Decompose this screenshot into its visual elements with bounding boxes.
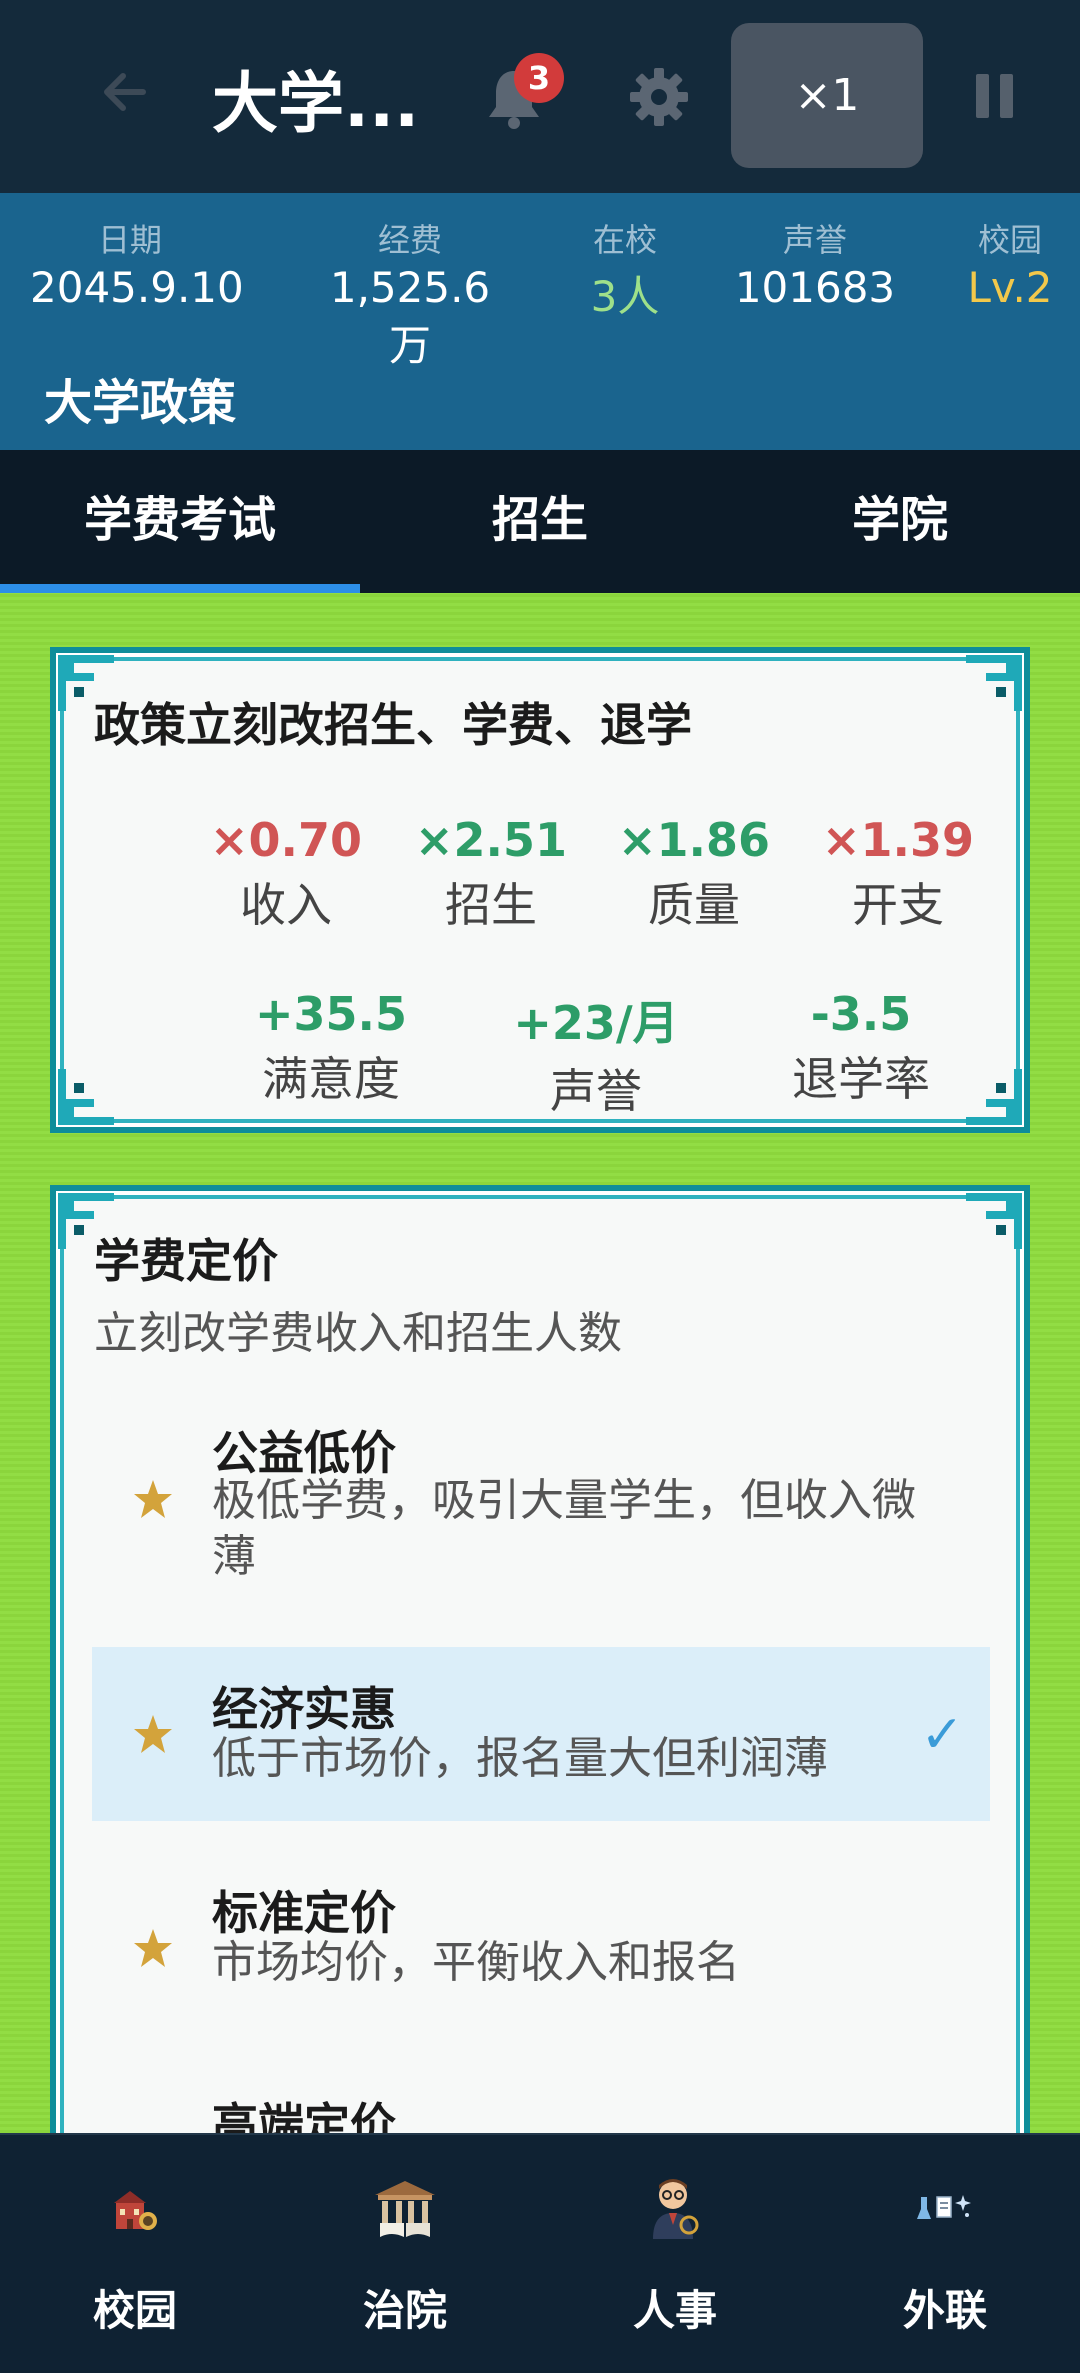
bottom-nav: 校园 治院 人事 外联 (0, 2133, 1080, 2373)
stat-date-value: 2045.9.10 (30, 263, 244, 312)
tab-bar: 学费考试 招生 学院 (0, 450, 1080, 595)
settings-gear-icon[interactable] (628, 66, 690, 128)
ornament-corner-icon (966, 655, 1022, 711)
policy-summary-card: 政策立刻改招生、学费、退学 ×0.70 收入 ×2.51 招生 ×1.86 质量… (50, 647, 1030, 1133)
effect-quality: ×1.86 质量 (617, 813, 771, 932)
stat-date: 日期 2045.9.10 (30, 221, 244, 312)
stat-students: 在校 3人 (565, 215, 685, 324)
effect-satisfaction: +35.5 满意度 (254, 987, 408, 1106)
nav-outreach[interactable]: 外联 (810, 2135, 1080, 2373)
governance-hall-icon (375, 2181, 435, 2237)
campus-building-icon (114, 2191, 157, 2230)
pricing-option-standard[interactable]: 标准定价 市场均价，平衡收入和报名 (92, 1871, 990, 2031)
effect-income: ×0.70 收入 (209, 813, 363, 932)
star-icon (134, 1480, 172, 1518)
effect-expense: ×1.39 开支 (821, 813, 975, 932)
pricing-option-premium[interactable]: 高端定价 (92, 2089, 990, 2133)
stat-prestige: 声誉 101683 (730, 215, 900, 312)
back-arrow-icon[interactable] (95, 62, 155, 122)
nav-campus[interactable]: 校园 (0, 2135, 270, 2373)
stat-campus-value: Lv.2 (967, 263, 1053, 312)
check-icon: ✓ (920, 1705, 964, 1765)
pricing-subtitle: 立刻改学费收入和招生人数 (94, 1308, 622, 1359)
effect-prestige: +23/月 声誉 (513, 996, 679, 1118)
summary-title: 政策立刻改招生、学费、退学 (94, 698, 692, 752)
page-title: 大学... (212, 65, 420, 142)
ornament-corner-icon (966, 1193, 1022, 1249)
effect-enrollment: ×2.51 招生 (414, 813, 568, 932)
nav-governance[interactable]: 治院 (270, 2135, 540, 2373)
content-area[interactable]: 政策立刻改招生、学费、退学 ×0.70 收入 ×2.51 招生 ×1.86 质量… (0, 593, 1080, 2133)
tab-tuition-exam[interactable]: 学费考试 (0, 450, 360, 590)
tab-colleges[interactable]: 学院 (720, 450, 1080, 590)
tab-active-indicator (0, 584, 360, 593)
section-title: 大学政策 (44, 375, 237, 431)
outreach-icon (917, 2195, 971, 2219)
notification-badge: 3 (514, 53, 564, 103)
tab-enrollment[interactable]: 招生 (360, 450, 720, 590)
star-icon (134, 1929, 172, 1967)
pricing-title: 学费定价 (94, 1234, 278, 1288)
effect-dropout: -3.5 退学率 (792, 987, 930, 1106)
speed-button[interactable]: ×1 (731, 23, 923, 168)
ornament-corner-icon (58, 1069, 114, 1125)
pricing-option-economy[interactable]: 经济实惠 低于市场价，报名量大但利润薄 ✓ (92, 1647, 990, 1821)
nav-personnel[interactable]: 人事 (540, 2135, 810, 2373)
stat-students-value: 3人 (590, 272, 660, 321)
stats-bar: 日期 2045.9.10 经费 1,525.6万 在校 3人 声誉 101683… (0, 193, 1080, 450)
personnel-icon (653, 2179, 699, 2239)
tuition-pricing-card: 学费定价 立刻改学费收入和招生人数 公益低价 极低学费，吸引大量学生，但收入微薄… (50, 1185, 1030, 2133)
pause-icon[interactable] (976, 74, 1016, 118)
stat-funds: 经费 1,525.6万 (310, 215, 510, 373)
pricing-option-welfare[interactable]: 公益低价 极低学费，吸引大量学生，但收入微薄 (92, 1401, 990, 1582)
stat-campus: 校园 Lv.2 (950, 215, 1070, 312)
stat-prestige-value: 101683 (734, 263, 896, 312)
star-icon (134, 1715, 172, 1753)
stat-funds-value: 1,525.6万 (329, 263, 491, 370)
top-bar: 大学... 3 ×1 (0, 0, 1080, 193)
